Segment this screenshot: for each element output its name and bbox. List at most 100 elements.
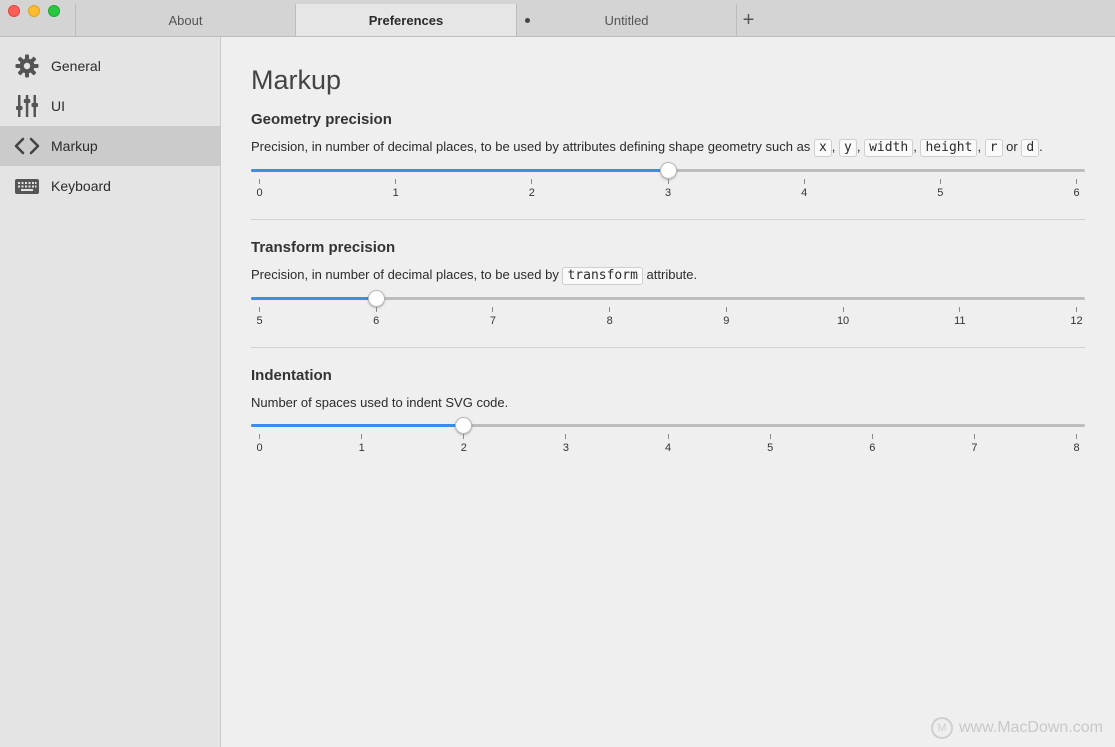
slider-tick — [973, 434, 975, 439]
slider-tick-label: 5 — [937, 187, 944, 199]
window-close-button[interactable] — [8, 5, 20, 17]
gear-icon — [14, 53, 40, 79]
sidebar: General UI Markup Keyboard — [0, 37, 221, 747]
indentation-description: Number of spaces used to indent SVG code… — [251, 395, 509, 410]
indentation-slider[interactable]: 0 1 2 3 4 5 6 7 8 — [251, 417, 1085, 464]
section-heading: Transform precision — [251, 239, 396, 256]
sidebar-item-markup[interactable]: Markup — [0, 126, 220, 166]
slider-tick — [959, 307, 961, 312]
slider-tick — [769, 434, 771, 439]
slider-tick — [1076, 179, 1077, 184]
sidebar-item-keyboard[interactable]: Keyboard — [0, 166, 220, 206]
slider-tick — [609, 307, 611, 312]
slider-tick — [259, 307, 260, 312]
section-divider — [251, 347, 1085, 348]
slider-knob[interactable] — [367, 290, 385, 307]
slider-tick-label: 7 — [489, 315, 496, 327]
slider-tick — [395, 179, 397, 184]
window-titlebar: About Preferences Untitled + — [0, 0, 1115, 37]
slider-tick — [259, 179, 260, 184]
slider-tick-label: 1 — [392, 187, 399, 199]
slider-tick-label: 2 — [460, 442, 467, 454]
page-title: Markup — [251, 65, 342, 95]
slider-tick-label: 7 — [971, 442, 978, 454]
slider-fill — [251, 297, 376, 300]
section-heading: Indentation — [251, 367, 332, 384]
slider-tick — [803, 179, 805, 184]
sidebar-item-general[interactable]: General — [0, 46, 220, 86]
tab-untitled[interactable]: Untitled — [516, 4, 736, 36]
sidebar-item-label: Markup — [51, 138, 98, 154]
slider-tick-label: 4 — [801, 187, 808, 199]
code-brackets-icon — [14, 133, 40, 159]
attr-code: r — [984, 139, 1003, 157]
tab-preferences[interactable]: Preferences — [295, 4, 516, 36]
slider-tick-label: 6 — [1073, 187, 1080, 199]
geometry-precision-slider[interactable]: 0 1 2 3 4 5 6 — [251, 162, 1085, 209]
slider-tick — [725, 307, 727, 312]
or-text: or — [1006, 139, 1018, 154]
slider-tick — [531, 179, 533, 184]
slider-fill — [251, 424, 464, 427]
slider-tick — [1076, 434, 1077, 439]
slider-knob[interactable] — [455, 417, 473, 434]
slider-tick-label: 9 — [723, 315, 730, 327]
tab-label: Untitled — [604, 12, 649, 28]
transform-precision-slider[interactable]: 5 6 7 8 9 10 11 12 — [251, 290, 1085, 337]
watermark-logo-icon: M — [930, 717, 953, 739]
keyboard-icon — [14, 173, 40, 199]
section-divider — [251, 219, 1085, 220]
slider-tick-label: 5 — [256, 315, 263, 327]
slider-tick — [939, 179, 941, 184]
slider-tick — [361, 434, 363, 439]
preferences-panel: Markup Geometry precision Precision, in … — [221, 37, 1115, 747]
window-maximize-button[interactable] — [48, 5, 60, 17]
slider-tick-label: 6 — [869, 442, 876, 454]
description-text: Precision, in number of decimal places, … — [251, 139, 811, 154]
slider-tick — [565, 434, 567, 439]
tab-about[interactable]: About — [75, 4, 295, 36]
sidebar-item-label: General — [51, 58, 101, 74]
slider-tick-label: 0 — [256, 187, 263, 199]
slider-tick — [667, 434, 669, 439]
attr-code: x — [813, 139, 832, 157]
watermark: M www.MacDown.com — [930, 717, 1103, 739]
slider-tick-label: 5 — [767, 442, 774, 454]
sidebar-item-label: Keyboard — [51, 178, 111, 194]
plus-icon: + — [742, 8, 755, 31]
slider-tick-label: 1 — [358, 442, 365, 454]
slider-tick-label: 3 — [664, 187, 672, 199]
sidebar-item-ui[interactable]: UI — [0, 86, 220, 126]
unsaved-dot-icon — [525, 18, 530, 23]
tab-label: Preferences — [368, 12, 444, 28]
separator: , — [913, 139, 917, 154]
attr-code: d — [1021, 139, 1040, 157]
slider-tick — [375, 307, 377, 312]
separator: , — [831, 139, 836, 154]
slider-tick-label: 4 — [664, 442, 672, 454]
slider-tick-label: 6 — [373, 315, 380, 327]
slider-tick — [463, 434, 465, 439]
watermark-text: www.MacDown.com — [958, 719, 1103, 736]
attr-code: height — [920, 139, 978, 157]
slider-tick-label: 8 — [606, 315, 613, 327]
attr-code: y — [839, 139, 857, 157]
slider-tick-label: 8 — [1073, 442, 1080, 454]
description-text: attribute. — [646, 267, 698, 282]
slider-tick-label: 2 — [528, 187, 535, 199]
sidebar-item-label: UI — [51, 98, 65, 114]
transform-description: Precision, in number of decimal places, … — [251, 266, 1085, 285]
window-minimize-button[interactable] — [28, 5, 40, 17]
slider-tick-label: 0 — [256, 442, 263, 454]
slider-tick — [667, 179, 669, 184]
slider-tick — [871, 434, 873, 439]
slider-tick — [842, 307, 844, 312]
geometry-description: Precision, in number of decimal places, … — [251, 138, 1085, 157]
add-tab-button[interactable]: + — [736, 4, 760, 36]
attr-code: width — [864, 139, 914, 157]
geometry-precision-section: Geometry precision Precision, in number … — [251, 111, 1085, 199]
period: . — [1039, 139, 1043, 154]
separator: , — [977, 139, 982, 154]
slider-knob[interactable] — [659, 162, 677, 179]
slider-tick — [492, 307, 494, 312]
